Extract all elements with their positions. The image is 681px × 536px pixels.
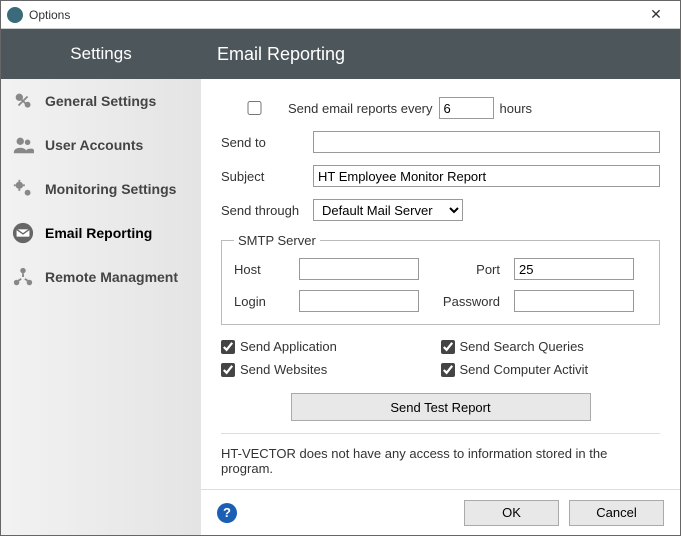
help-icon[interactable]: ? — [217, 503, 237, 523]
sidebar: Settings General Settings User Accounts — [1, 29, 201, 535]
sidebar-item-label: Monitoring Settings — [45, 181, 176, 197]
label-password: Password — [429, 294, 504, 309]
checkbox-label: Send Websites — [240, 362, 327, 377]
label-hours: hours — [500, 101, 533, 116]
sidebar-item-monitoring[interactable]: Monitoring Settings — [1, 167, 201, 211]
legend-smtp: SMTP Server — [234, 233, 320, 248]
input-send-to[interactable] — [313, 131, 660, 153]
sidebar-item-remote[interactable]: Remote Managment — [1, 255, 201, 299]
checkbox-send-websites-input[interactable] — [221, 363, 235, 377]
content: Settings General Settings User Accounts — [1, 29, 680, 535]
checkbox-send-activity[interactable]: Send Computer Activit — [441, 362, 661, 377]
sidebar-header: Settings — [1, 29, 201, 79]
sidebar-item-label: Email Reporting — [45, 225, 152, 241]
main-body: Send email reports every hours Send to S… — [201, 79, 680, 489]
send-test-report-button[interactable]: Send Test Report — [291, 393, 591, 421]
cancel-button[interactable]: Cancel — [569, 500, 664, 526]
envelope-icon — [11, 221, 35, 245]
row-send-every: Send email reports every hours — [221, 97, 660, 119]
input-send-every-hours[interactable] — [439, 97, 494, 119]
label-subject: Subject — [221, 169, 313, 184]
input-subject[interactable] — [313, 165, 660, 187]
sidebar-items: General Settings User Accounts Monitorin… — [1, 79, 201, 535]
checkbox-send-websites[interactable]: Send Websites — [221, 362, 441, 377]
checkbox-label: Send Application — [240, 339, 337, 354]
row-send-through: Send through Default Mail Server — [221, 199, 660, 221]
sidebar-item-users[interactable]: User Accounts — [1, 123, 201, 167]
select-send-through[interactable]: Default Mail Server — [313, 199, 463, 221]
label-port: Port — [429, 262, 504, 277]
label-login: Login — [234, 294, 289, 309]
label-send-through: Send through — [221, 203, 313, 218]
users-icon — [11, 133, 35, 157]
divider — [221, 433, 660, 434]
checkbox-send-every-input[interactable] — [227, 101, 282, 115]
gears-icon — [11, 177, 35, 201]
checkbox-label: Send Search Queries — [460, 339, 584, 354]
main-header: Email Reporting — [201, 29, 680, 79]
row-send-to: Send to — [221, 131, 660, 153]
sidebar-item-label: Remote Managment — [45, 269, 178, 285]
sidebar-item-label: User Accounts — [45, 137, 143, 153]
checkbox-send-every[interactable]: Send email reports every — [221, 101, 433, 116]
checkbox-send-search[interactable]: Send Search Queries — [441, 339, 661, 354]
checkbox-send-application[interactable]: Send Application — [221, 339, 441, 354]
sidebar-item-email[interactable]: Email Reporting — [1, 211, 201, 255]
ok-button[interactable]: OK — [464, 500, 559, 526]
app-icon — [7, 7, 23, 23]
row-subject: Subject — [221, 165, 660, 187]
smtp-grid: Host Port Login Password — [234, 258, 647, 312]
input-login[interactable] — [299, 290, 419, 312]
label-send-to: Send to — [221, 135, 313, 150]
main-panel: Email Reporting Send email reports every… — [201, 29, 680, 535]
titlebar: Options ✕ — [1, 1, 680, 29]
checkbox-send-application-input[interactable] — [221, 340, 235, 354]
sidebar-item-general[interactable]: General Settings — [1, 79, 201, 123]
input-host[interactable] — [299, 258, 419, 280]
window-title: Options — [29, 8, 638, 22]
checkbox-grid: Send Application Send Search Queries Sen… — [221, 339, 660, 377]
gears-icon — [11, 89, 35, 113]
checkbox-send-activity-input[interactable] — [441, 363, 455, 377]
network-icon — [11, 265, 35, 289]
info-text: HT-VECTOR does not have any access to in… — [221, 446, 660, 476]
footer: ? OK Cancel — [201, 489, 680, 535]
close-icon[interactable]: ✕ — [638, 6, 674, 23]
sidebar-item-label: General Settings — [45, 93, 156, 109]
options-window: Options ✕ Settings General Settings User… — [0, 0, 681, 536]
checkbox-send-search-input[interactable] — [441, 340, 455, 354]
checkbox-send-every-label: Send email reports every — [288, 101, 433, 116]
fieldset-smtp: SMTP Server Host Port Login Password — [221, 233, 660, 325]
input-port[interactable] — [514, 258, 634, 280]
input-password[interactable] — [514, 290, 634, 312]
label-host: Host — [234, 262, 289, 277]
checkbox-label: Send Computer Activit — [460, 362, 589, 377]
